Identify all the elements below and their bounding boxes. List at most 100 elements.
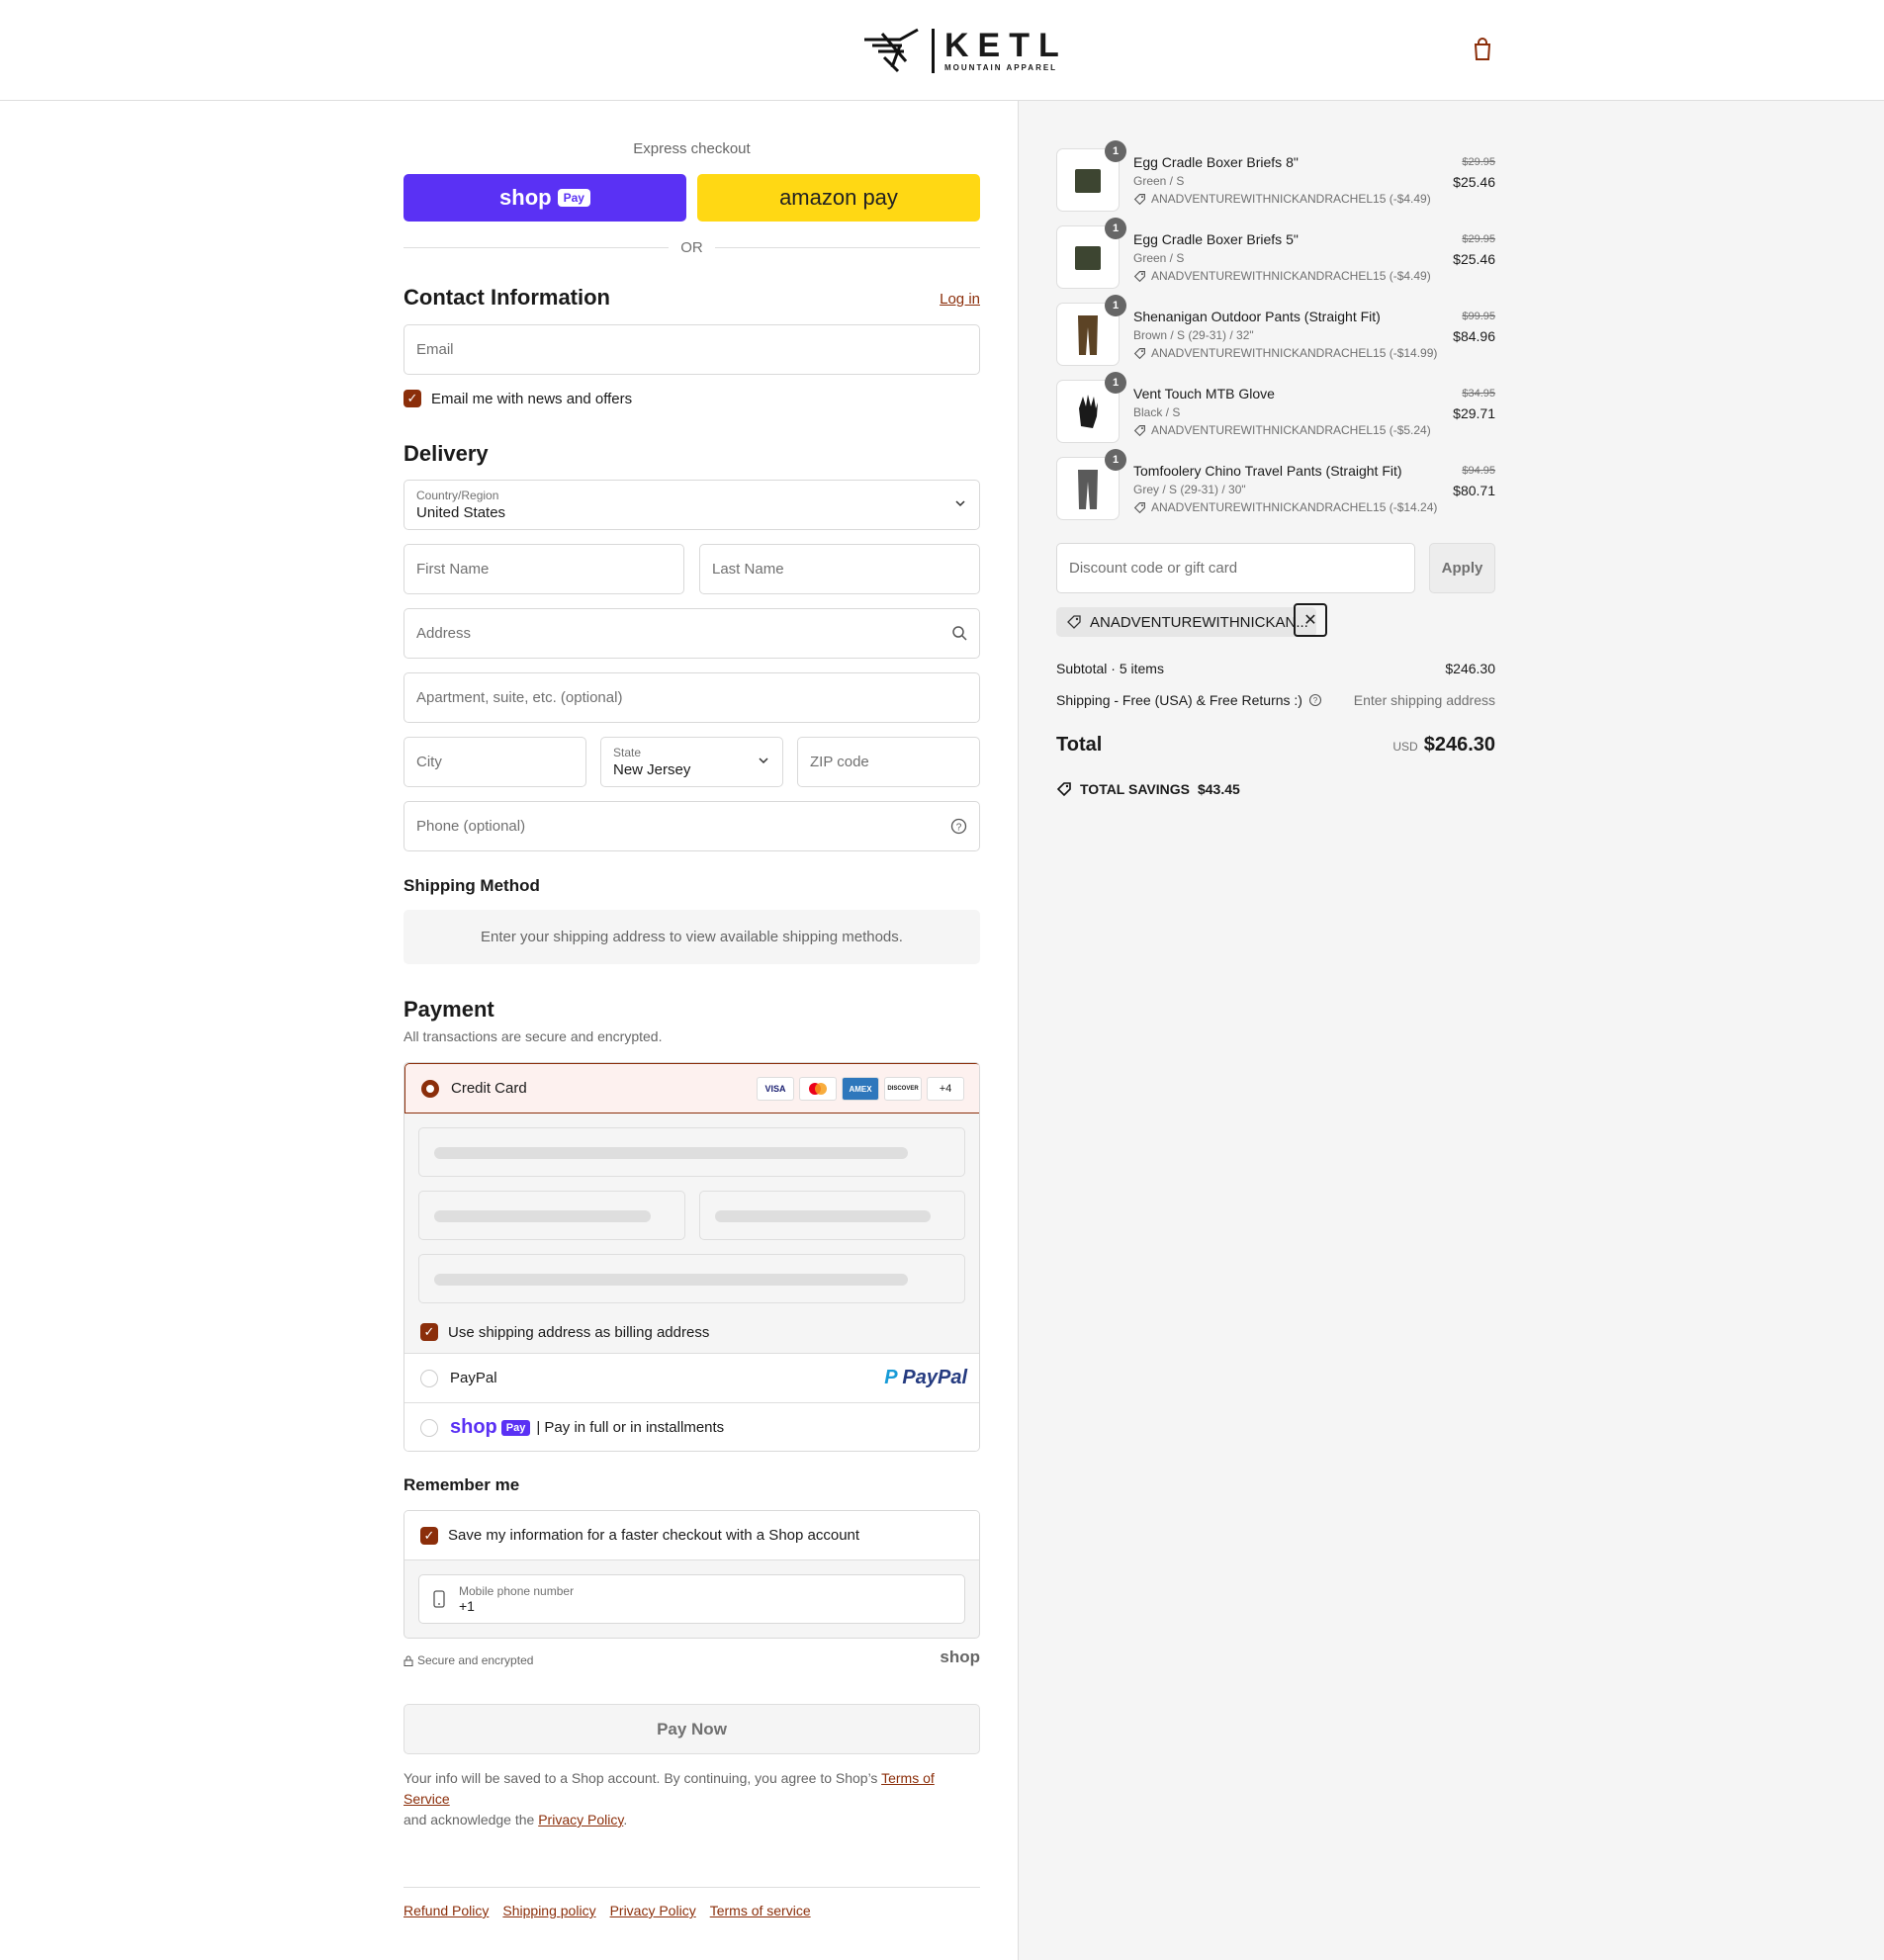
radio-icon[interactable] [420, 1418, 438, 1437]
card-cvv-field[interactable] [699, 1191, 965, 1240]
product-variant: Green / S [1133, 174, 1185, 188]
shop-pay-option[interactable]: shop Pay | Pay in full or in installment… [404, 1402, 979, 1451]
subtotal-row: Subtotal · 5 items $246.30 [1056, 661, 1495, 676]
credit-card-label: Credit Card [451, 1080, 527, 1097]
terms-text-1: Your info will be saved to a Shop accoun… [404, 1770, 882, 1786]
news-checkbox-row[interactable]: ✓ Email me with news and offers [404, 390, 632, 407]
delivery-title: Delivery [404, 441, 489, 466]
credit-card-option[interactable]: Credit Card VISA AMEX DISCOVER +4 [404, 1063, 979, 1114]
save-info-label: Save my information for a faster checkou… [448, 1527, 860, 1544]
brand-tagline: MOUNTAIN APPAREL [944, 62, 1058, 72]
card-name-field[interactable] [418, 1254, 965, 1303]
card-expiry-field[interactable] [418, 1191, 685, 1240]
shipping-method-title: Shipping Method [404, 876, 540, 895]
shipping-policy-link[interactable]: Shipping policy [502, 1903, 595, 1918]
payment-title: Payment [404, 997, 494, 1022]
quantity-badge: 1 [1105, 218, 1126, 239]
brand-logo[interactable]: KETL MOUNTAIN APPAREL [862, 24, 1068, 77]
amazon-pay-button[interactable]: amazon pay [697, 174, 980, 222]
save-info-row[interactable]: ✓ Save my information for a faster checko… [404, 1511, 979, 1560]
more-cards-badge: +4 [927, 1077, 964, 1101]
refund-policy-link[interactable]: Refund Policy [404, 1903, 489, 1918]
discount-code: ANADVENTUREWITHNICKANDRACHEL15 (-$5.24) [1151, 423, 1431, 437]
logo-wordmark: KETL MOUNTAIN APPAREL [932, 26, 1068, 73]
card-brands: VISA AMEX DISCOVER +4 [757, 1077, 964, 1101]
paypal-logo: P PayPal [884, 1367, 967, 1388]
discount-code: ANADVENTUREWITHNICKANDRACHEL15 (-$4.49) [1151, 269, 1431, 283]
checkbox-checked-icon[interactable]: ✓ [420, 1323, 438, 1341]
or-divider: OR [404, 239, 980, 256]
radio-selected-icon[interactable] [421, 1079, 439, 1098]
email-field[interactable]: Email [404, 324, 980, 375]
terms-text-2: and acknowledge the [404, 1812, 539, 1827]
payment-methods: Credit Card VISA AMEX DISCOVER +4 ✓ Use s… [404, 1062, 980, 1452]
pay-now-button[interactable]: Pay Now [404, 1704, 980, 1754]
close-icon: ✕ [1303, 612, 1317, 629]
terms-of-service-footer-link[interactable]: Terms of service [710, 1903, 811, 1918]
mobile-phone-field[interactable]: Mobile phone number +1 [418, 1574, 965, 1624]
tag-icon [1067, 615, 1081, 629]
last-name-field[interactable]: Last Name [699, 544, 980, 594]
sale-price: $25.46 [1453, 251, 1495, 267]
product-discount: ANADVENTUREWITHNICKANDRACHEL15 (-$4.49) [1133, 269, 1431, 283]
product-name: Egg Cradle Boxer Briefs 8" [1133, 154, 1299, 170]
state-label: State [613, 746, 642, 759]
city-placeholder: City [416, 754, 442, 770]
footer-divider [404, 1887, 980, 1888]
paypal-option[interactable]: PayPal P PayPal [404, 1353, 979, 1402]
state-select[interactable]: State New Jersey [600, 737, 783, 787]
billing-label: Use shipping address as billing address [448, 1323, 710, 1341]
zip-placeholder: ZIP code [810, 754, 869, 770]
amazon-pay-label: amazon pay [779, 185, 898, 210]
currency: USD [1392, 740, 1418, 754]
quantity-badge: 1 [1105, 140, 1126, 162]
login-link[interactable]: Log in [940, 291, 980, 308]
help-icon[interactable]: ? [950, 818, 967, 835]
phone-field[interactable]: Phone (optional) ? [404, 801, 980, 851]
radio-icon[interactable] [420, 1369, 438, 1387]
quantity-badge: 1 [1105, 295, 1126, 316]
sale-price: $80.71 [1453, 483, 1495, 498]
shop-pay-button[interactable]: shop Pay [404, 174, 686, 222]
remove-discount-button[interactable]: ✕ [1294, 603, 1327, 637]
product-name: Tomfoolery Chino Travel Pants (Straight … [1133, 463, 1402, 479]
apartment-field[interactable]: Apartment, suite, etc. (optional) [404, 672, 980, 723]
mobile-phone-icon [433, 1590, 445, 1608]
address-field[interactable]: Address [404, 608, 980, 659]
total-label: Total [1056, 734, 1103, 756]
country-select[interactable]: Country/Region United States [404, 480, 980, 530]
brand-name: KETL [944, 26, 1068, 64]
apartment-placeholder: Apartment, suite, etc. (optional) [416, 689, 623, 706]
chevron-down-icon [955, 500, 965, 507]
product-discount: ANADVENTUREWITHNICKANDRACHEL15 (-$14.99) [1133, 346, 1437, 360]
shipping-method-note: Enter your shipping address to view avai… [404, 910, 980, 964]
savings-label: TOTAL SAVINGS [1080, 781, 1190, 797]
email-placeholder: Email [416, 341, 454, 358]
privacy-policy-link[interactable]: Privacy Policy [538, 1812, 623, 1827]
product-variant: Brown / S (29-31) / 32" [1133, 328, 1254, 342]
news-label: Email me with news and offers [431, 390, 633, 407]
tag-icon [1133, 347, 1145, 359]
express-checkout-label: Express checkout [633, 140, 751, 157]
checkbox-checked-icon[interactable]: ✓ [420, 1526, 438, 1545]
original-price: $99.95 [1462, 311, 1495, 322]
discount-code-field[interactable]: Discount code or gift card [1056, 543, 1415, 593]
billing-checkbox-row[interactable]: ✓ Use shipping address as billing address [420, 1323, 709, 1341]
privacy-policy-footer-link[interactable]: Privacy Policy [610, 1903, 696, 1918]
zip-field[interactable]: ZIP code [797, 737, 980, 787]
first-name-field[interactable]: First Name [404, 544, 684, 594]
tag-icon [1133, 193, 1145, 205]
card-number-field[interactable] [418, 1127, 965, 1177]
state-value: New Jersey [613, 761, 691, 778]
city-field[interactable]: City [404, 737, 586, 787]
checkbox-checked-icon[interactable]: ✓ [404, 390, 421, 407]
amex-icon: AMEX [842, 1077, 879, 1101]
cart-icon[interactable] [1472, 38, 1493, 66]
order-item: 1 Egg Cradle Boxer Briefs 5" Green / S ANAD… [1056, 218, 1495, 291]
last-name-placeholder: Last Name [712, 561, 784, 578]
contact-title: Contact Information [404, 285, 610, 310]
help-icon[interactable]: ? [1308, 693, 1322, 707]
savings-value: $43.45 [1197, 781, 1240, 797]
apply-button[interactable]: Apply [1429, 543, 1495, 593]
product-name: Shenanigan Outdoor Pants (Straight Fit) [1133, 309, 1381, 324]
